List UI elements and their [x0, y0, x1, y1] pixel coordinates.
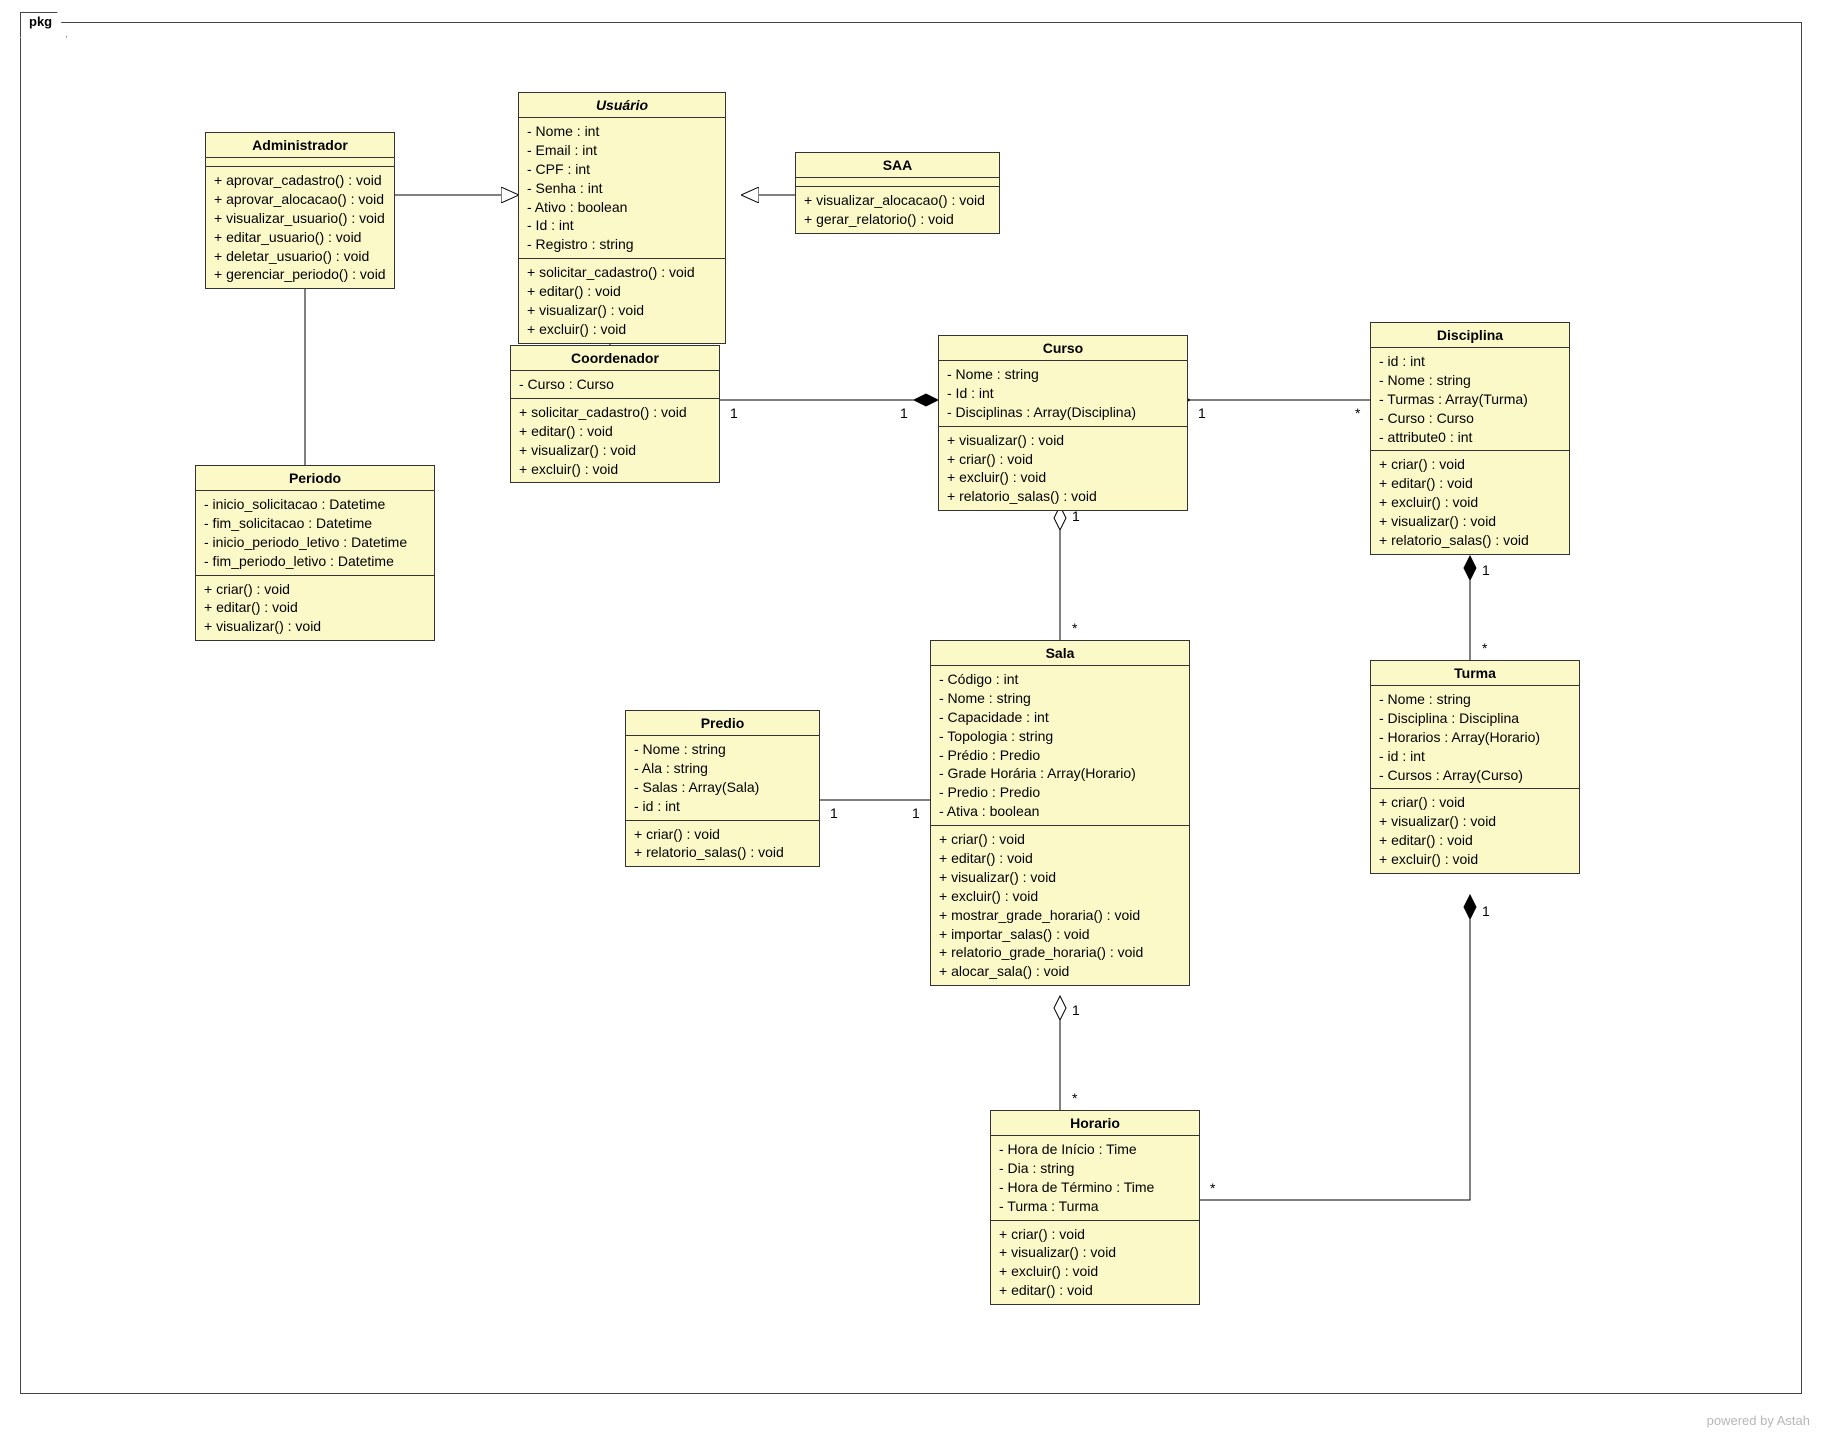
- mult-label: *: [1072, 620, 1077, 636]
- mult-label: 1: [1482, 562, 1490, 578]
- class-ops: + criar() : void + visualizar() : void +…: [1371, 789, 1579, 873]
- class-title: SAA: [796, 153, 999, 178]
- footer-attribution: powered by Astah: [1707, 1413, 1810, 1428]
- class-ops: + aprovar_cadastro() : void + aprovar_al…: [206, 167, 394, 288]
- class-ops: + criar() : void + editar() : void + vis…: [196, 576, 434, 641]
- class-title: Horario: [991, 1111, 1199, 1136]
- class-title: Coordenador: [511, 346, 719, 371]
- class-usuario[interactable]: Usuário - Nome : int - Email : int - CPF…: [518, 92, 726, 344]
- class-title: Administrador: [206, 133, 394, 158]
- class-attrs: - inicio_solicitacao : Datetime - fim_so…: [196, 491, 434, 576]
- mult-label: 1: [900, 405, 908, 421]
- class-sala[interactable]: Sala - Código : int - Nome : string - Ca…: [930, 640, 1190, 986]
- class-attrs: [796, 178, 999, 187]
- mult-label: 1: [1072, 1002, 1080, 1018]
- class-administrador[interactable]: Administrador + aprovar_cadastro() : voi…: [205, 132, 395, 289]
- class-ops: + solicitar_cadastro() : void + editar()…: [519, 259, 725, 343]
- mult-label: 1: [1482, 903, 1490, 919]
- class-attrs: - Código : int - Nome : string - Capacid…: [931, 666, 1189, 826]
- mult-label: *: [1210, 1180, 1215, 1196]
- class-turma[interactable]: Turma - Nome : string - Disciplina : Dis…: [1370, 660, 1580, 874]
- mult-label: 1: [1072, 508, 1080, 524]
- class-attrs: - id : int - Nome : string - Turmas : Ar…: [1371, 348, 1569, 451]
- class-predio[interactable]: Predio - Nome : string - Ala : string - …: [625, 710, 820, 867]
- class-title: Turma: [1371, 661, 1579, 686]
- class-ops: + criar() : void + visualizar() : void +…: [991, 1221, 1199, 1305]
- class-ops: + criar() : void + relatorio_salas() : v…: [626, 821, 819, 867]
- class-curso[interactable]: Curso - Nome : string - Id : int - Disci…: [938, 335, 1188, 511]
- mult-label: *: [1072, 1090, 1077, 1106]
- class-horario[interactable]: Horario - Hora de Início : Time - Dia : …: [990, 1110, 1200, 1305]
- class-attrs: [206, 158, 394, 167]
- mult-label: *: [1482, 640, 1487, 656]
- class-attrs: - Hora de Início : Time - Dia : string -…: [991, 1136, 1199, 1221]
- class-attrs: - Nome : int - Email : int - CPF : int -…: [519, 118, 725, 259]
- mult-label: 1: [912, 805, 920, 821]
- class-saa[interactable]: SAA + visualizar_alocacao() : void + ger…: [795, 152, 1000, 234]
- class-ops: + criar() : void + editar() : void + vis…: [931, 826, 1189, 985]
- class-disciplina[interactable]: Disciplina - id : int - Nome : string - …: [1370, 322, 1570, 555]
- class-title: Curso: [939, 336, 1187, 361]
- mult-label: 1: [730, 405, 738, 421]
- class-ops: + solicitar_cadastro() : void + editar()…: [511, 399, 719, 483]
- diagram-canvas: pkg: [0, 0, 1832, 1438]
- class-attrs: - Nome : string - Disciplina : Disciplin…: [1371, 686, 1579, 789]
- class-title: Sala: [931, 641, 1189, 666]
- class-ops: + criar() : void + editar() : void + exc…: [1371, 451, 1569, 553]
- class-coordenador[interactable]: Coordenador - Curso : Curso + solicitar_…: [510, 345, 720, 483]
- class-ops: + visualizar() : void + criar() : void +…: [939, 427, 1187, 511]
- class-attrs: - Nome : string - Ala : string - Salas :…: [626, 736, 819, 821]
- mult-label: 1: [1198, 405, 1206, 421]
- class-title: Periodo: [196, 466, 434, 491]
- class-attrs: - Curso : Curso: [511, 371, 719, 399]
- mult-label: *: [1355, 405, 1360, 421]
- class-title: Disciplina: [1371, 323, 1569, 348]
- class-title: Usuário: [519, 93, 725, 118]
- mult-label: 1: [830, 805, 838, 821]
- package-tab: pkg: [20, 12, 67, 38]
- class-periodo[interactable]: Periodo - inicio_solicitacao : Datetime …: [195, 465, 435, 641]
- class-ops: + visualizar_alocacao() : void + gerar_r…: [796, 187, 999, 233]
- class-attrs: - Nome : string - Id : int - Disciplinas…: [939, 361, 1187, 427]
- class-title: Predio: [626, 711, 819, 736]
